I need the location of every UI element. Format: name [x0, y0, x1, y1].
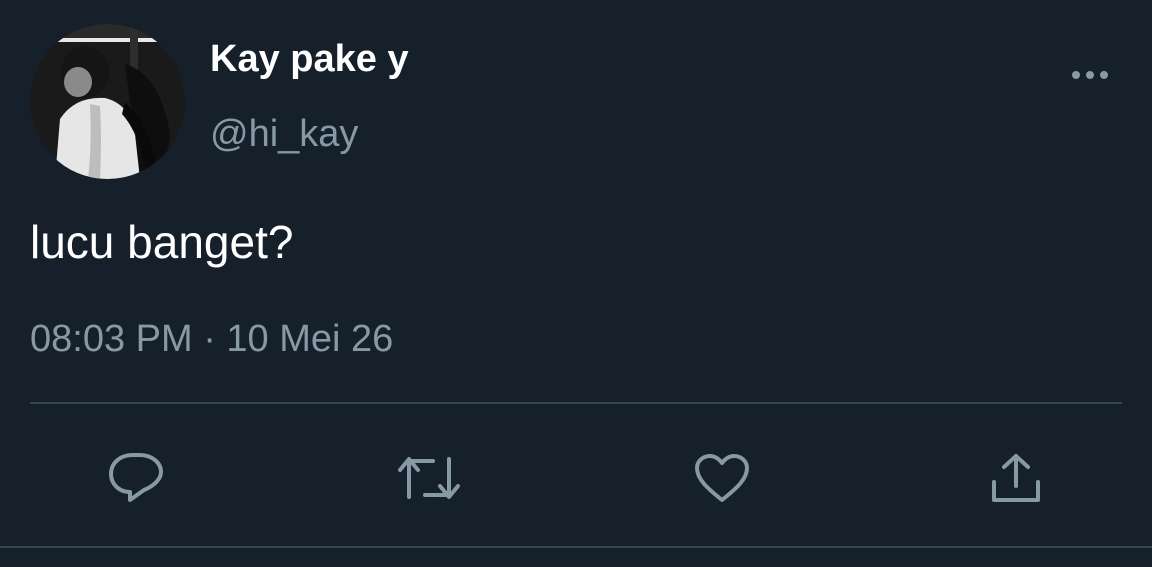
- more-dots-icon: [1072, 71, 1108, 79]
- reply-icon: [109, 453, 163, 502]
- author-display-name[interactable]: Kay pake y: [210, 40, 409, 78]
- more-options-button[interactable]: [1066, 62, 1114, 88]
- tweet-card: Kay pake y @hi_kay lucu banget? 08:03 PM…: [0, 0, 1152, 567]
- avatar[interactable]: [30, 24, 185, 179]
- author-handle[interactable]: @hi_kay: [210, 115, 358, 153]
- tweet-text: lucu banget?: [30, 216, 294, 268]
- like-button[interactable]: [690, 446, 754, 510]
- tweet-timestamp[interactable]: 08:03 PM · 10 Mei 26: [30, 318, 393, 362]
- retweet-button[interactable]: [397, 446, 461, 510]
- divider: [30, 402, 1122, 404]
- reply-button[interactable]: [104, 446, 168, 510]
- share-button[interactable]: [984, 446, 1048, 510]
- bottom-divider: [0, 546, 1152, 548]
- share-icon: [992, 454, 1040, 502]
- heart-icon: [695, 454, 749, 502]
- avatar-photo: [30, 24, 185, 179]
- retweet-icon: [398, 457, 460, 499]
